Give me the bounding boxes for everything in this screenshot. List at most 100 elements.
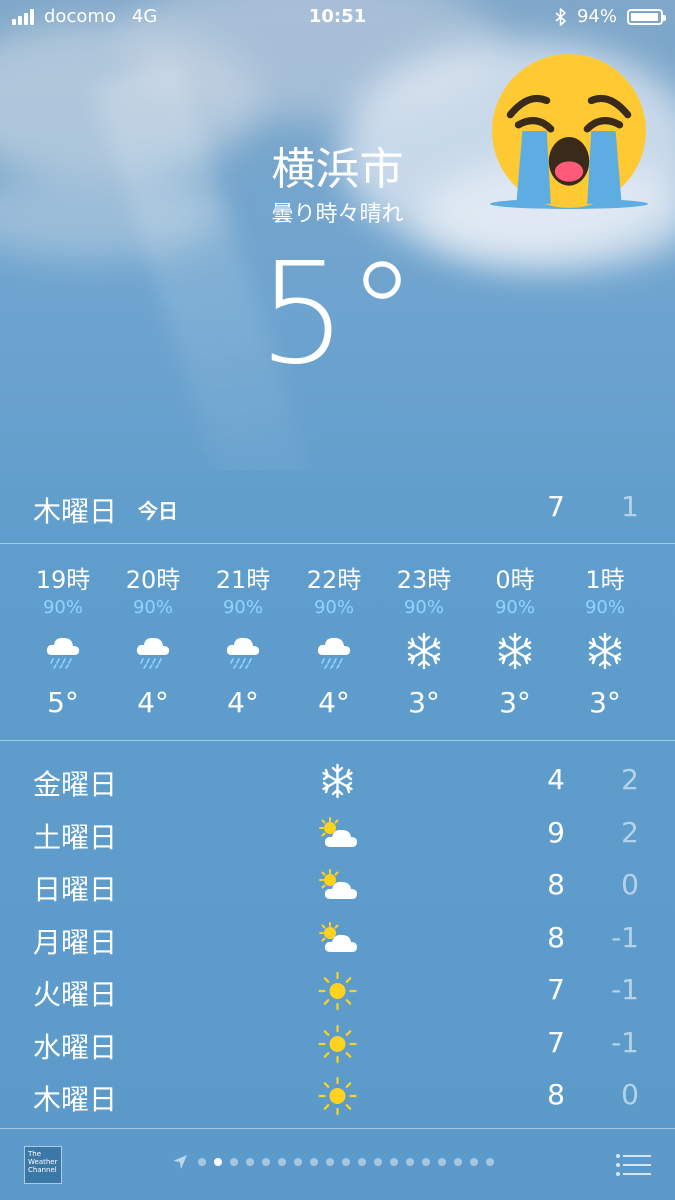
hourly-item: 1時 90% 3°	[560, 545, 650, 719]
page-dot[interactable]	[246, 1158, 254, 1166]
hour-label: 1時	[585, 566, 625, 594]
weather-channel-logo-text: The Weather Channel	[28, 1150, 58, 1174]
hour-label: 21時	[215, 566, 271, 594]
daily-day: 水曜日	[33, 1030, 118, 1064]
snowflake-icon	[322, 763, 353, 799]
sun-icon	[318, 971, 357, 1011]
daily-row: 日曜日 8 0	[0, 860, 675, 913]
weather-channel-logo[interactable]: The Weather Channel	[24, 1146, 62, 1184]
hourly-item: 23時 90% 3°	[379, 545, 469, 719]
today-summary: 木曜日 今日 7 1	[0, 478, 675, 538]
daily-day: 金曜日	[33, 768, 118, 801]
page-dot[interactable]	[438, 1158, 446, 1166]
page-dot[interactable]	[198, 1158, 206, 1166]
daily-row: 木曜日 8 0	[0, 1070, 675, 1123]
daily-forecast[interactable]: 金曜日 4 2 土曜日 9 2 日曜日 8 0 月曜日 8 -1 火曜日 7 -…	[0, 755, 675, 1123]
snowflake-icon	[407, 632, 441, 670]
battery-icon	[627, 8, 666, 25]
precip-chance: 90%	[222, 597, 263, 618]
daily-high: 8	[547, 1078, 565, 1111]
precip-chance: 90%	[584, 597, 625, 618]
rain-cloud-icon	[226, 637, 260, 669]
city-name: 横浜市	[271, 144, 404, 195]
list-icon[interactable]	[615, 1152, 651, 1178]
daily-row: 火曜日 7 -1	[0, 965, 675, 1018]
location-arrow-icon	[173, 1155, 187, 1169]
hour-temp: 3°	[589, 686, 621, 719]
hourly-item: 21時 90% 4°	[198, 545, 288, 719]
divider	[0, 1128, 675, 1129]
today-low: 1	[621, 490, 639, 523]
precip-chance: 90%	[132, 597, 173, 618]
rain-cloud-icon	[317, 637, 351, 669]
daily-high: 8	[547, 868, 565, 901]
precip-chance: 90%	[42, 597, 83, 618]
hour-label: 0時	[495, 566, 535, 594]
page-dot[interactable]	[374, 1158, 382, 1166]
divider	[0, 543, 675, 544]
partly-sunny-icon	[319, 921, 357, 952]
snowflake-icon	[588, 632, 622, 670]
hour-label: 20時	[125, 566, 181, 594]
snowflake-icon	[498, 632, 532, 670]
footer-toolbar: The Weather Channel	[0, 1130, 675, 1200]
page-dot[interactable]	[326, 1158, 334, 1166]
hour-label: 22時	[306, 566, 362, 594]
battery-percent: 94%	[576, 6, 617, 27]
hourly-item: 19時 90% 5°	[18, 545, 108, 719]
page-dot[interactable]	[486, 1158, 494, 1166]
precip-chance: 90%	[403, 597, 444, 618]
page-dot[interactable]	[342, 1158, 350, 1166]
hour-label: 23時	[396, 566, 452, 594]
hour-label: 19時	[35, 566, 91, 594]
page-dot[interactable]	[214, 1158, 222, 1166]
daily-day: 木曜日	[33, 1083, 118, 1116]
daily-row: 月曜日 8 -1	[0, 913, 675, 966]
page-dot[interactable]	[470, 1158, 478, 1166]
divider	[0, 740, 675, 741]
precip-chance: 90%	[313, 597, 354, 618]
daily-day: 日曜日	[33, 873, 118, 906]
hour-temp: 4°	[227, 686, 259, 719]
daily-day: 土曜日	[33, 820, 118, 854]
status-bar: docomo 4G 10:51 94%	[0, 0, 675, 36]
today-day: 木曜日	[33, 495, 118, 528]
page-dot[interactable]	[358, 1158, 366, 1166]
page-dot[interactable]	[278, 1158, 286, 1166]
page-dot[interactable]	[390, 1158, 398, 1166]
precip-chance: 90%	[494, 597, 535, 618]
page-dot[interactable]	[230, 1158, 238, 1166]
daily-low: 0	[621, 868, 639, 901]
daily-low: -1	[611, 920, 639, 954]
sun-icon	[318, 1024, 357, 1063]
daily-high: 7	[547, 973, 565, 1006]
daily-day: 火曜日	[33, 978, 118, 1011]
page-dot[interactable]	[422, 1158, 430, 1166]
daily-low: 2	[621, 815, 639, 849]
daily-row: 金曜日 4 2	[0, 755, 675, 808]
hourly-forecast[interactable]: 19時 90% 5° 20時 90% 4° 21時 90% 4° 22時 90%…	[0, 545, 675, 740]
page-dot[interactable]	[406, 1158, 414, 1166]
hourly-item: 20時 90% 4°	[108, 545, 198, 719]
rain-cloud-icon	[46, 637, 80, 669]
daily-day: 月曜日	[33, 925, 118, 959]
daily-row: 土曜日 9 2	[0, 808, 675, 861]
daily-low: 2	[621, 763, 639, 796]
sun-icon	[318, 1076, 357, 1116]
daily-high: 8	[547, 920, 565, 954]
page-dot[interactable]	[454, 1158, 462, 1166]
today-tag: 今日	[138, 499, 178, 523]
partly-sunny-icon	[319, 869, 357, 899]
weather-condition: 曇り時々晴れ	[271, 202, 404, 227]
page-dot[interactable]	[294, 1158, 302, 1166]
hour-temp: 4°	[318, 686, 350, 719]
hourly-item: 22時 90% 4°	[289, 545, 379, 719]
page-dot[interactable]	[310, 1158, 318, 1166]
daily-low: -1	[611, 1025, 639, 1059]
current-temperature: 5°	[257, 233, 418, 396]
daily-row: 水曜日 7 -1	[0, 1018, 675, 1071]
hour-temp: 3°	[408, 686, 440, 719]
rain-cloud-icon	[136, 637, 170, 669]
page-dot[interactable]	[262, 1158, 270, 1166]
page-indicator[interactable]	[172, 1154, 494, 1170]
